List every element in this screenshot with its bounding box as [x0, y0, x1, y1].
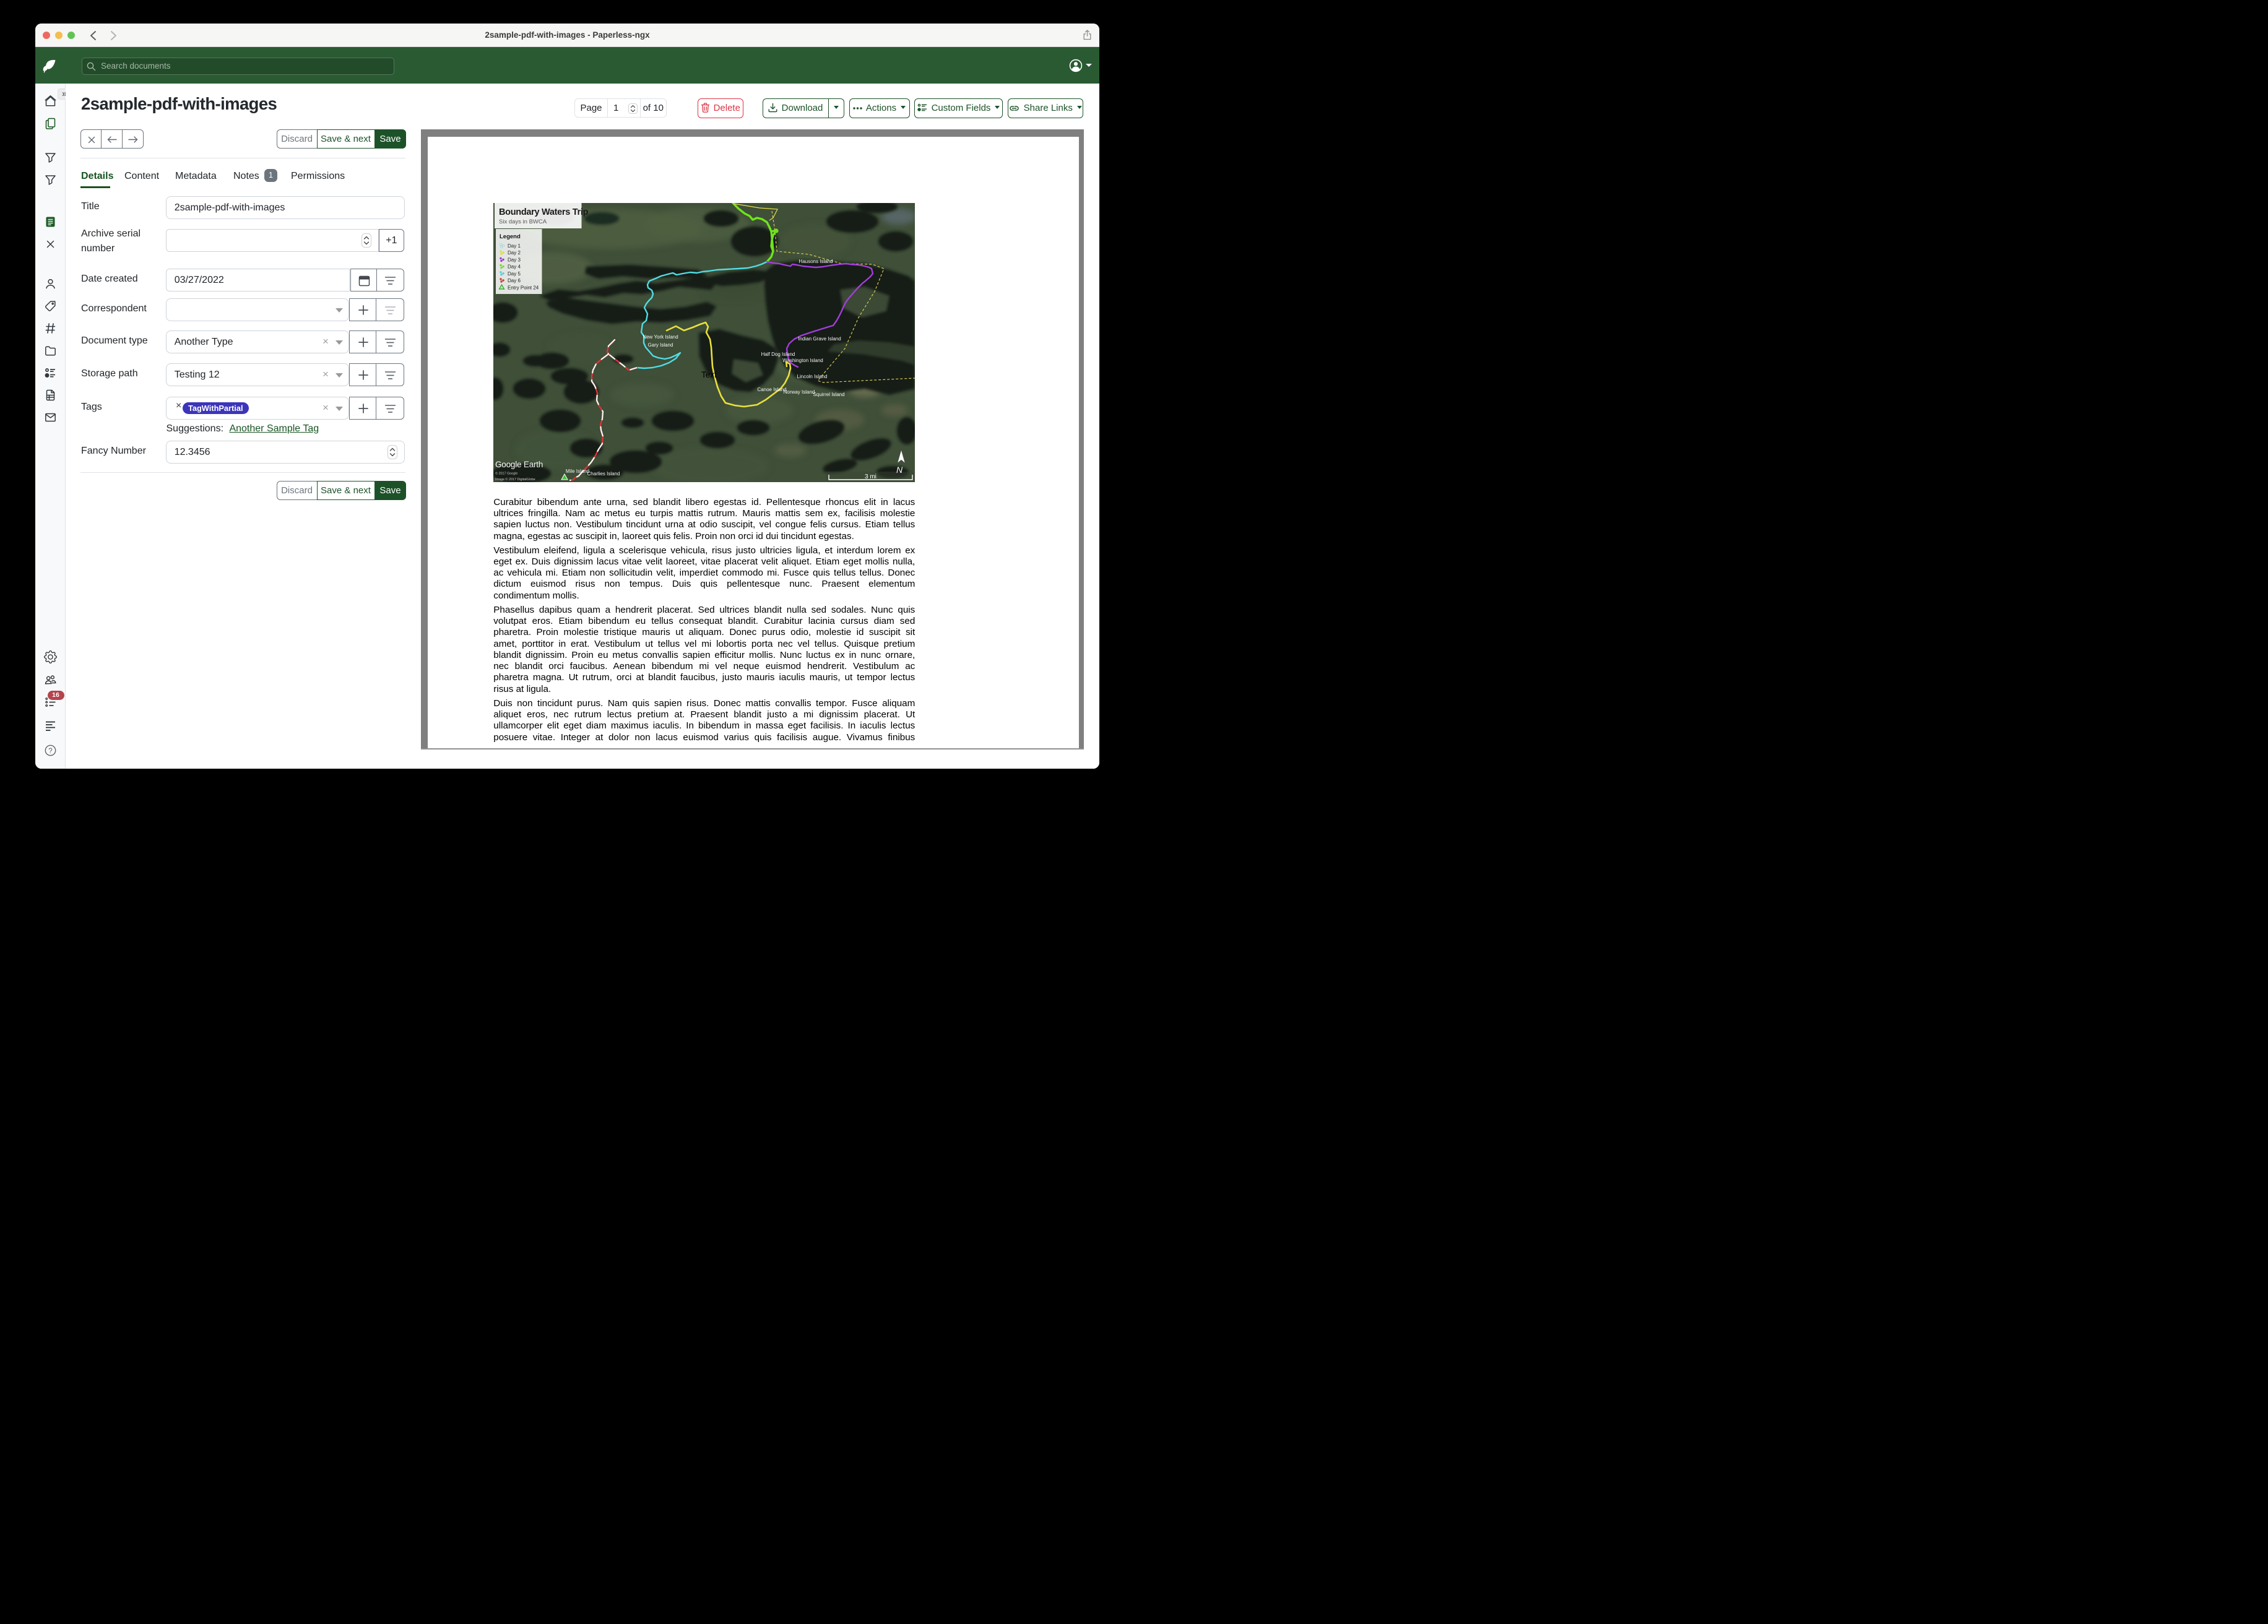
svg-text:Canoe Island: Canoe Island [758, 387, 787, 392]
svg-text:Charlies Island: Charlies Island [587, 471, 620, 477]
svg-text:Gary Island: Gary Island [648, 342, 673, 348]
svg-text:© 2017 Google: © 2017 Google [495, 472, 517, 476]
svg-text:Hausons Island: Hausons Island [799, 259, 833, 264]
svg-text:Mile Island: Mile Island [566, 469, 589, 474]
svg-text:Norway Island: Norway Island [784, 389, 815, 395]
svg-text:Squirrel Island: Squirrel Island [813, 392, 845, 397]
svg-text:Day 4: Day 4 [508, 264, 521, 270]
svg-text:3 mi: 3 mi [865, 473, 876, 480]
svg-text:Entry Point 24: Entry Point 24 [508, 285, 539, 291]
svg-text:Day 3: Day 3 [508, 257, 521, 263]
svg-text:Six days in BWCA: Six days in BWCA [499, 218, 547, 225]
svg-text:Day 5: Day 5 [508, 271, 521, 277]
svg-text:Indian Grave Island: Indian Grave Island [799, 336, 841, 342]
svg-text:Washington Island: Washington Island [783, 358, 824, 363]
svg-text:Google Earth: Google Earth [495, 460, 543, 469]
svg-text:Image © 2017 DigitalGlobe: Image © 2017 DigitalGlobe [495, 477, 535, 482]
svg-text:Day 6: Day 6 [508, 278, 521, 283]
svg-text:Day 1: Day 1 [508, 243, 521, 249]
svg-text:Day 2: Day 2 [508, 251, 521, 256]
svg-text:Boundary Waters Trip: Boundary Waters Trip [499, 207, 589, 217]
svg-text:N: N [896, 465, 903, 475]
svg-text:Lincoln Island: Lincoln Island [797, 374, 828, 379]
svg-text:Text: Text [701, 370, 717, 379]
svg-text:?: ? [48, 748, 52, 755]
svg-text:New York Island: New York Island [643, 334, 678, 340]
svg-text:Half Dog Island: Half Dog Island [761, 352, 795, 357]
svg-text:Legend: Legend [500, 233, 521, 240]
